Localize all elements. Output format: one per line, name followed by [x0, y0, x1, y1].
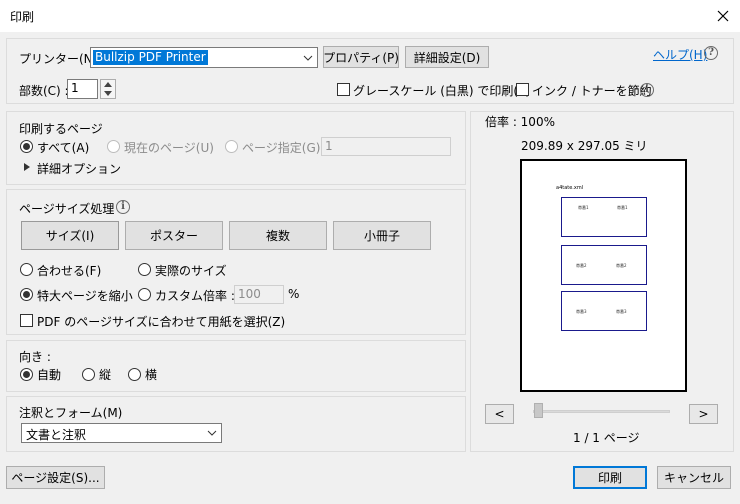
tab-size[interactable]: サイズ(I) [21, 221, 119, 250]
preview-cell: 帯番2 [576, 263, 587, 268]
preview-block-2: 帯番2 帯番2 [561, 245, 647, 285]
custom-scale-label: カスタム倍率 : [155, 289, 235, 303]
page-slider-thumb[interactable] [534, 403, 543, 418]
printer-select[interactable]: Bullzip PDF Printer [90, 47, 318, 68]
orientation-portrait-label: 縦 [99, 368, 112, 382]
prev-page-button[interactable]: < [485, 404, 514, 424]
preview-block-3: 帯番3 帯番3 [561, 291, 647, 331]
shrink-radio[interactable] [20, 288, 33, 301]
fit-radio[interactable] [20, 263, 33, 276]
preview-cell: 帯番1 [617, 205, 628, 210]
save-ink-checkbox[interactable] [516, 83, 529, 96]
pages-current-label: 現在のページ(U) [124, 141, 214, 155]
page-indicator: 1 / 1 ページ [573, 431, 640, 445]
chevron-down-icon [203, 424, 221, 442]
properties-button[interactable]: プロパティ(P) [323, 46, 399, 68]
close-button[interactable] [710, 5, 736, 27]
comments-select[interactable]: 文書と注釈 [21, 423, 222, 443]
tab-multiple[interactable]: 複数 [229, 221, 327, 250]
page-sizing-heading: ページサイズ処理 [19, 202, 115, 216]
actual-size-radio[interactable] [138, 263, 151, 276]
page-setup-button[interactable]: ページ設定(S)... [6, 466, 105, 489]
save-ink-label: インク / トナーを節約 [532, 84, 652, 98]
orientation-landscape-label: 横 [145, 368, 158, 382]
percent-label: % [288, 287, 300, 301]
custom-scale-input[interactable]: 100 [234, 285, 284, 304]
preview-dimensions: 209.89 x 297.05 ミリ [521, 139, 648, 153]
info-icon[interactable]: i [116, 200, 130, 214]
copies-stepper[interactable] [100, 79, 116, 99]
help-icon[interactable]: ? [704, 46, 718, 60]
preview-scale: 倍率 : 100% [485, 115, 555, 129]
pages-all-radio[interactable] [20, 140, 33, 153]
help-link[interactable]: ヘルプ(H) [653, 46, 707, 63]
pages-all-label: すべて(A) [37, 141, 90, 155]
info-icon[interactable]: i [640, 83, 654, 97]
cancel-button[interactable]: キャンセル [657, 466, 731, 489]
window-title: 印刷 [10, 10, 35, 24]
fit-label: 合わせる(F) [37, 264, 102, 278]
chevron-up-icon [104, 82, 112, 87]
print-button[interactable]: 印刷 [573, 466, 647, 489]
copies-input[interactable]: 1 [67, 79, 98, 99]
preview-cell: 帯番3 [616, 309, 627, 314]
actual-size-label: 実際のサイズ [155, 264, 227, 278]
tab-booklet[interactable]: 小冊子 [333, 221, 431, 250]
preview-cell: 帯番1 [578, 205, 589, 210]
expand-triangle-icon[interactable] [24, 163, 30, 171]
preview-block-1: 帯番1 帯番1 [561, 197, 647, 237]
orientation-landscape-radio[interactable] [128, 368, 141, 381]
preview-cell: 帯番3 [576, 309, 587, 314]
pages-range-radio[interactable] [225, 140, 238, 153]
close-icon [717, 10, 729, 22]
orientation-heading: 向き : [19, 350, 51, 364]
custom-scale-radio[interactable] [138, 288, 151, 301]
preview-page: a4tate.xml 帯番1 帯番1 帯番2 帯番2 帯番3 帯番3 [520, 159, 687, 392]
shrink-label: 特大ページを縮小 [37, 289, 133, 303]
preview-doc-title: a4tate.xml [556, 185, 584, 191]
copies-label: 部数(C) : [19, 84, 69, 98]
tab-poster[interactable]: ポスター [125, 221, 223, 250]
page-slider-track[interactable] [533, 410, 670, 413]
title-bar [0, 0, 740, 32]
comments-selected-value: 文書と注釈 [26, 428, 87, 442]
advanced-button[interactable]: 詳細設定(D) [405, 46, 489, 68]
comments-heading: 注釈とフォーム(M) [19, 406, 123, 420]
orientation-auto-label: 自動 [37, 368, 62, 382]
chevron-down-icon [104, 91, 112, 96]
more-options-toggle[interactable]: 詳細オプション [37, 160, 121, 177]
next-page-button[interactable]: > [689, 404, 718, 424]
pages-range-input[interactable]: 1 [321, 137, 451, 156]
orientation-portrait-radio[interactable] [82, 368, 95, 381]
orientation-auto-radio[interactable] [20, 368, 33, 381]
choose-paper-label: PDF のページサイズに合わせて用紙を選択(Z) [37, 315, 286, 329]
grayscale-checkbox[interactable] [337, 83, 350, 96]
grayscale-label: グレースケール (白黒) で印刷(Y) [353, 84, 531, 98]
pages-heading: 印刷するページ [19, 122, 103, 136]
choose-paper-checkbox[interactable] [20, 314, 33, 327]
pages-range-label: ページ指定(G) [242, 141, 321, 155]
preview-cell: 帯番2 [616, 263, 627, 268]
chevron-down-icon [299, 48, 317, 67]
pages-current-radio[interactable] [107, 140, 120, 153]
printer-selected-value: Bullzip PDF Printer [93, 50, 208, 65]
orientation-section [6, 340, 466, 392]
